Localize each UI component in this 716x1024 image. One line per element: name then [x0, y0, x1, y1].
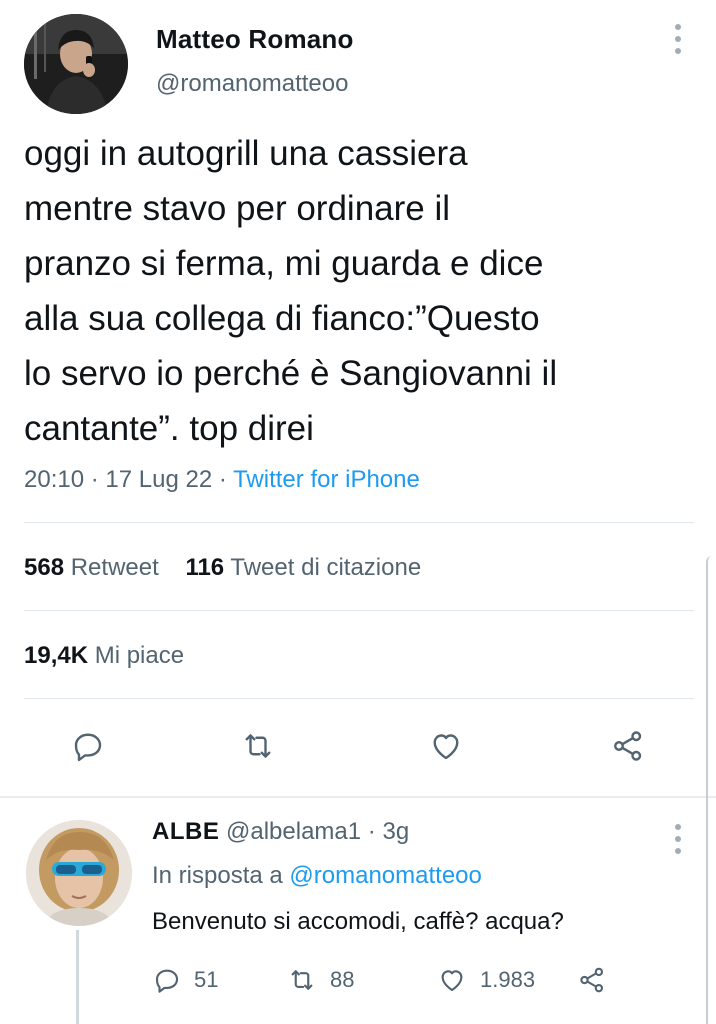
reply-replies-count: 51: [194, 967, 219, 992]
reply-retweets-count: 88: [330, 967, 355, 992]
reply-share-button[interactable]: [576, 960, 620, 1000]
avatar-photo: [24, 14, 128, 114]
reply-author-avatar[interactable]: [26, 820, 132, 926]
meta-separator: ·: [367, 818, 376, 845]
reply-author-name[interactable]: ALBE: [152, 818, 219, 845]
in-reply-to: In risposta a @romanomatteoo: [152, 862, 482, 890]
reply-action-bar: 51 88 1.983: [0, 960, 716, 1000]
tweet-text: oggi in autogrill una cassiera mentre st…: [24, 134, 558, 448]
like-icon[interactable]: [424, 724, 468, 768]
author-name[interactable]: Matteo Romano: [156, 24, 354, 55]
author-avatar[interactable]: [24, 14, 128, 114]
thread-separator: [0, 796, 716, 798]
retweets-stat[interactable]: 568 Retweet: [24, 554, 159, 581]
reply-author-handle[interactable]: @albelama1: [226, 818, 361, 845]
in-reply-mention[interactable]: @romanomatteoo: [289, 862, 481, 889]
reply-text: Benvenuto si accomodi, caffè? acqua?: [152, 908, 564, 935]
reply-reply-button[interactable]: 51: [152, 960, 218, 1000]
divider: [24, 522, 694, 523]
avatar-photo: [26, 820, 132, 926]
tweet-meta: 20:10 · 17 Lug 22 · Twitter for iPhone: [24, 466, 420, 494]
tweet-time[interactable]: 20:10: [24, 466, 84, 493]
retweet-icon[interactable]: [236, 724, 280, 768]
reply-icon: [155, 969, 179, 993]
quotes-stat[interactable]: 116 Tweet di citazione: [185, 554, 421, 581]
tweet-date[interactable]: 17 Lug 22: [105, 466, 212, 493]
reply-icon[interactable]: [66, 724, 110, 768]
scrollbar[interactable]: [706, 556, 716, 1024]
likes-stat[interactable]: 19,4K Mi piace: [24, 642, 184, 670]
retweet-icon: [291, 970, 313, 990]
more-options-icon[interactable]: [673, 824, 683, 854]
meta-separator: ·: [90, 466, 99, 493]
engagement-stats: 568 Retweet 116 Tweet di citazione: [24, 554, 421, 582]
divider: [24, 610, 694, 611]
reply-likes-count: 1.983: [480, 967, 536, 992]
share-icon: [580, 967, 604, 993]
more-options-icon[interactable]: [673, 24, 683, 54]
reply-time[interactable]: 3g: [382, 818, 409, 845]
reply-header: ALBE @albelama1 · 3g: [152, 818, 409, 846]
divider: [24, 698, 694, 699]
share-icon[interactable]: [606, 724, 650, 768]
reply-like-button[interactable]: 1.983: [436, 960, 535, 1000]
author-handle[interactable]: @romanomatteoo: [156, 70, 348, 98]
action-bar: [0, 724, 716, 772]
meta-separator: ·: [218, 466, 227, 493]
tweet-source[interactable]: Twitter for iPhone: [233, 466, 420, 493]
in-reply-prefix: In risposta a: [152, 862, 283, 889]
reply-retweet-button[interactable]: 88: [286, 960, 354, 1000]
like-icon: [441, 970, 463, 992]
